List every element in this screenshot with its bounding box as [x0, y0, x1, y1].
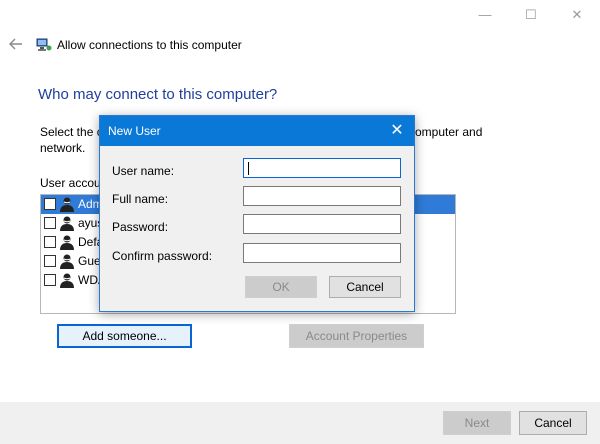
- text-caret: [248, 162, 249, 175]
- user-account-icon: [59, 215, 75, 231]
- account-properties-button[interactable]: Account Properties: [289, 324, 424, 348]
- close-icon: ✕: [390, 122, 404, 139]
- confirm-password-input[interactable]: [243, 243, 401, 263]
- wizard-title: Allow connections to this computer: [57, 38, 242, 52]
- checkbox[interactable]: [44, 236, 56, 248]
- password-label: Password:: [112, 220, 169, 234]
- close-icon: ✕: [571, 7, 583, 22]
- maximize-icon: ☐: [525, 7, 537, 22]
- user-account-icon: [59, 272, 75, 288]
- intro-text-right: omputer and: [415, 125, 483, 139]
- password-input[interactable]: [243, 214, 401, 234]
- user-account-icon: [59, 234, 75, 250]
- dialog-close-button[interactable]: ✕: [386, 120, 408, 142]
- minimize-button[interactable]: —: [462, 0, 508, 30]
- checkbox[interactable]: [44, 198, 56, 210]
- maximize-button[interactable]: ☐: [508, 0, 554, 30]
- user-account-icon: [59, 253, 75, 269]
- user-account-icon: [59, 196, 75, 212]
- intro-text-line2: network.: [40, 141, 86, 155]
- intro-text-left: Select the c: [40, 125, 103, 139]
- confirm-password-label: Confirm password:: [112, 249, 213, 263]
- page-heading: Who may connect to this computer?: [38, 86, 278, 103]
- back-arrow-icon[interactable]: [8, 36, 24, 52]
- checkbox[interactable]: [44, 217, 56, 229]
- full-name-label: Full name:: [112, 192, 169, 206]
- dialog-title-bar[interactable]: New User ✕: [100, 116, 414, 146]
- checkbox[interactable]: [44, 274, 56, 286]
- user-name-input[interactable]: [243, 158, 401, 178]
- ok-button[interactable]: OK: [245, 276, 317, 298]
- close-window-button[interactable]: ✕: [554, 0, 600, 30]
- next-button[interactable]: Next: [443, 411, 511, 435]
- minimize-icon: —: [478, 7, 492, 22]
- checkbox[interactable]: [44, 255, 56, 267]
- cancel-button[interactable]: Cancel: [519, 411, 587, 435]
- user-accounts-label: User accou: [40, 176, 101, 190]
- new-user-dialog: New User ✕ User name: Full name: Passwor…: [99, 115, 415, 312]
- user-name-label: User name:: [112, 164, 175, 178]
- dialog-title: New User: [108, 124, 161, 138]
- dialog-cancel-button[interactable]: Cancel: [329, 276, 401, 298]
- full-name-input[interactable]: [243, 186, 401, 206]
- network-computer-icon: [36, 37, 52, 53]
- add-someone-button[interactable]: Add someone...: [57, 324, 192, 348]
